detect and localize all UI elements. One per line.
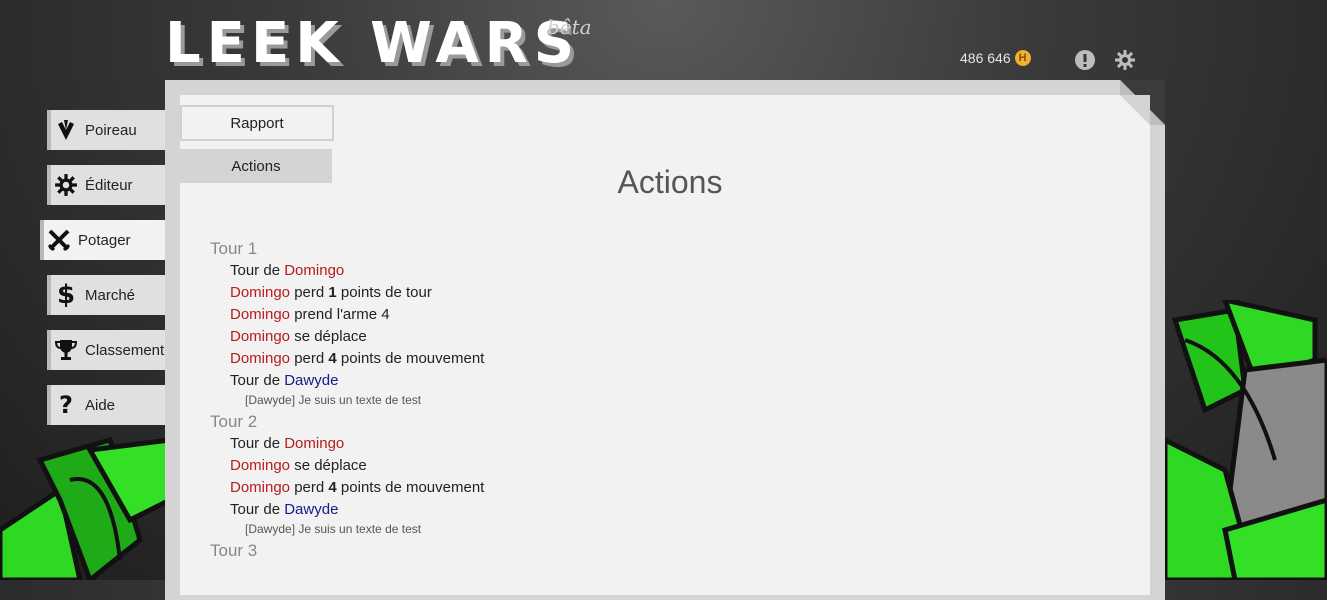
- action-line: Domingo se déplace: [230, 457, 367, 474]
- habs-coin-icon: H: [1014, 50, 1031, 66]
- tab-actions[interactable]: Actions: [180, 149, 332, 183]
- dollar-icon: $: [56, 280, 76, 310]
- say-message: [Dawyde] Je suis un texte de test: [245, 393, 422, 407]
- player-name[interactable]: Domingo: [230, 306, 290, 323]
- menu-item-poireau[interactable]: Poireau: [47, 110, 165, 150]
- player-name[interactable]: Domingo: [230, 479, 290, 496]
- say-message: [Dawyde] Je suis un texte de test: [245, 522, 422, 536]
- action-line: Domingo se déplace: [230, 328, 367, 345]
- tab-rapport[interactable]: Rapport: [180, 105, 334, 141]
- menu-item-potager[interactable]: Potager: [40, 220, 165, 260]
- action-line: Domingo perd 4 points de mouvement: [230, 350, 485, 367]
- player-name[interactable]: Domingo: [284, 262, 344, 279]
- page-title: Actions: [617, 164, 723, 201]
- action-line: Tour de Dawyde: [230, 501, 339, 518]
- turn-header: Tour 2: [210, 412, 258, 431]
- gear-icon[interactable]: [1114, 49, 1136, 71]
- menu-label: Potager: [78, 231, 131, 249]
- menu-label: Aide: [85, 396, 116, 414]
- menu-label: Poireau: [85, 121, 137, 139]
- svg-text:LEEK WARS: LEEK WARS: [165, 12, 580, 70]
- gear-icon: [53, 172, 79, 198]
- player-name[interactable]: Dawyde: [284, 501, 338, 518]
- menu-item-editeur[interactable]: Éditeur: [47, 165, 165, 205]
- leek-wars-logo[interactable]: LEEK WARS LEEK WARS bêta: [165, 12, 595, 70]
- svg-text:bêta: bêta: [547, 15, 592, 39]
- menu-item-classement[interactable]: Classement: [47, 330, 165, 370]
- action-line: Domingo perd 1 points de tour: [230, 284, 432, 301]
- crossed-swords-icon: [46, 227, 72, 253]
- leek-icon: [53, 117, 79, 143]
- player-name[interactable]: Domingo: [230, 457, 290, 474]
- leek-decoration-right: [1165, 300, 1327, 580]
- player-name[interactable]: Domingo: [230, 350, 290, 367]
- exclamation-circle-icon[interactable]: [1074, 49, 1096, 71]
- panel-inner-corner: [1120, 95, 1150, 125]
- menu-item-aide[interactable]: ? Aide: [47, 385, 165, 425]
- player-name[interactable]: Dawyde: [284, 372, 338, 389]
- leek-decoration-left: [0, 436, 170, 580]
- menu-label: Classement: [85, 341, 165, 359]
- trophy-icon: [53, 337, 79, 363]
- action-line: Domingo perd 4 points de mouvement: [230, 479, 485, 496]
- player-name[interactable]: Domingo: [230, 284, 290, 301]
- menu-item-marche[interactable]: $ Marché: [47, 275, 165, 315]
- turn-header: Tour 3: [210, 541, 258, 560]
- menu-label: Éditeur: [85, 176, 133, 194]
- player-name[interactable]: Domingo: [230, 328, 290, 345]
- turn-header: Tour 1: [210, 239, 258, 258]
- actions-log: Tour 1 Tour de Domingo Domingo perd 1 po…: [210, 238, 910, 562]
- action-line: Tour de Domingo: [230, 435, 345, 452]
- habs-amount: 486 646: [960, 50, 1011, 66]
- player-name[interactable]: Domingo: [284, 435, 344, 452]
- action-line: Domingo prend l'arme 4: [230, 306, 390, 323]
- habs-counter: 486 646 H: [960, 50, 1031, 66]
- action-line: Tour de Dawyde: [230, 372, 339, 389]
- question-icon: ?: [59, 391, 73, 419]
- action-line: Tour de Domingo: [230, 262, 345, 279]
- menu-label: Marché: [85, 286, 136, 304]
